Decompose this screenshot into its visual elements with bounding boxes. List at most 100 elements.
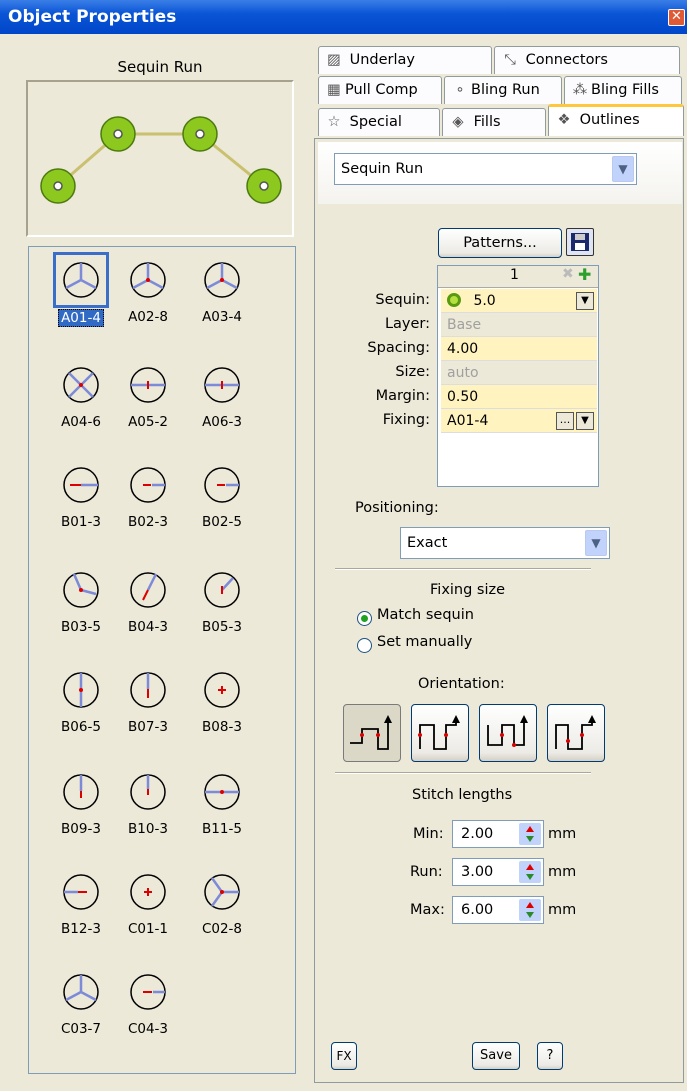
delete-column-icon[interactable]: ✖ <box>562 266 574 282</box>
pattern-label: A03-4 <box>202 309 242 325</box>
pattern-B11-5[interactable]: B11-5 <box>187 767 257 837</box>
pattern-A06-3[interactable]: A06-3 <box>187 360 257 430</box>
sequin-preview <box>26 80 294 237</box>
max-unit: mm <box>548 902 577 918</box>
pattern-B12-3[interactable]: B12-3 <box>46 867 116 937</box>
pattern-icon <box>56 460 106 510</box>
orientation-option-2[interactable] <box>411 704 469 762</box>
pattern-C04-3[interactable]: C04-3 <box>113 967 183 1037</box>
positioning-value: Exact <box>407 535 448 551</box>
pattern-B01-3[interactable]: B01-3 <box>46 460 116 530</box>
chevron-down-icon[interactable]: ▼ <box>576 292 594 310</box>
pattern-label: B07-3 <box>128 719 168 735</box>
max-label: Max: <box>410 902 445 918</box>
pattern-C03-7[interactable]: C03-7 <box>46 967 116 1037</box>
orientation-option-3[interactable] <box>479 704 537 762</box>
pattern-icon <box>123 967 173 1017</box>
save-disk-icon[interactable] <box>566 228 594 256</box>
tab-underlay[interactable]: ▨ Underlay <box>318 46 492 74</box>
min-stitch-input[interactable]: 2.00 <box>452 820 544 848</box>
pull-comp-icon: ▦ <box>327 82 341 98</box>
fx-button[interactable]: FX <box>331 1042 357 1070</box>
tab-special[interactable]: ☆ Special <box>318 108 440 136</box>
sequin-value: 5.0 <box>473 293 496 309</box>
pattern-B05-3[interactable]: B05-3 <box>187 565 257 635</box>
spacing-cell[interactable]: 4.00 <box>441 337 597 361</box>
pattern-A04-6[interactable]: A04-6 <box>46 360 116 430</box>
window-title: Object Properties <box>8 7 177 27</box>
spin-arrows-icon[interactable] <box>519 899 541 921</box>
set-manually-label[interactable]: Set manually <box>377 634 472 650</box>
tab-connectors[interactable]: ⤡ Connectors <box>494 46 680 74</box>
tab-label: Bling Run <box>471 82 540 98</box>
pattern-B07-3[interactable]: B07-3 <box>113 665 183 735</box>
pattern-B09-3[interactable]: B09-3 <box>46 767 116 837</box>
orientation-option-1[interactable] <box>343 704 401 762</box>
tab-label: Bling Fills <box>591 82 659 98</box>
run-stitch-input[interactable]: 3.00 <box>452 858 544 886</box>
pattern-B03-5[interactable]: B03-5 <box>46 565 116 635</box>
pattern-C01-1[interactable]: C01-1 <box>113 867 183 937</box>
pattern-icon <box>197 255 247 305</box>
orientation-3-icon <box>487 715 528 747</box>
close-button[interactable]: ✕ <box>668 9 685 26</box>
pattern-C02-8[interactable]: C02-8 <box>187 867 257 937</box>
pattern-B04-3[interactable]: B04-3 <box>113 565 183 635</box>
fixing-label: Fixing: <box>382 412 430 428</box>
help-button[interactable]: ? <box>537 1042 563 1070</box>
chevron-down-icon[interactable]: ▼ <box>612 156 634 182</box>
save-button[interactable]: Save <box>472 1042 520 1070</box>
pattern-icon <box>197 360 247 410</box>
pattern-A01-4[interactable]: A01-4 <box>46 252 116 327</box>
size-cell: auto <box>441 361 597 385</box>
orientation-option-4[interactable] <box>547 704 605 762</box>
chevron-down-icon[interactable]: ▼ <box>585 530 607 556</box>
tab-outlines[interactable]: ❖ Outlines <box>548 104 684 136</box>
pattern-icon <box>123 665 173 715</box>
margin-cell[interactable]: 0.50 <box>441 385 597 409</box>
layer-label: Layer: <box>384 316 430 332</box>
orientation-1-icon <box>350 715 392 750</box>
min-label: Min: <box>413 826 444 842</box>
orientation-2-icon <box>418 715 460 750</box>
tab-fills[interactable]: ◈ Fills <box>442 108 546 136</box>
fixing-cell[interactable]: A01-4 ... ▼ <box>441 409 597 433</box>
pattern-B02-3[interactable]: B02-3 <box>113 460 183 530</box>
tab-bling-fills[interactable]: ⁂ Bling Fills <box>564 76 682 104</box>
min-value: 2.00 <box>461 826 494 842</box>
pattern-icon <box>197 767 247 817</box>
sequin-cell[interactable]: 5.0 ▼ <box>441 289 597 313</box>
pattern-label: C03-7 <box>60 1021 102 1037</box>
set-manually-radio[interactable] <box>357 638 372 653</box>
chevron-down-icon[interactable]: ▼ <box>576 412 594 430</box>
size-label: Size: <box>395 364 430 380</box>
pattern-A05-2[interactable]: A05-2 <box>113 360 183 430</box>
match-sequin-label[interactable]: Match sequin <box>377 607 474 623</box>
pattern-label: B05-3 <box>202 619 242 635</box>
max-stitch-input[interactable]: 6.00 <box>452 896 544 924</box>
pattern-B06-5[interactable]: B06-5 <box>46 665 116 735</box>
tab-pull-comp[interactable]: ▦ Pull Comp <box>318 76 442 104</box>
pattern-icon <box>56 565 106 615</box>
star-icon: ☆ <box>327 114 341 130</box>
spin-arrows-icon[interactable] <box>519 823 541 845</box>
pattern-A02-8[interactable]: A02-8 <box>113 255 183 325</box>
tab-bling-run[interactable]: ∘ Bling Run <box>444 76 562 104</box>
outline-type-select[interactable]: Sequin Run ▼ <box>334 153 637 185</box>
patterns-button[interactable]: Patterns... <box>438 228 562 258</box>
pattern-B02-5[interactable]: B02-5 <box>187 460 257 530</box>
pattern-B10-3[interactable]: B10-3 <box>113 767 183 837</box>
pattern-icon <box>56 360 106 410</box>
pattern-B08-3[interactable]: B08-3 <box>187 665 257 735</box>
pattern-A03-4[interactable]: A03-4 <box>187 255 257 325</box>
run-unit: mm <box>548 864 577 880</box>
divider <box>335 568 591 570</box>
match-sequin-radio[interactable] <box>357 611 372 626</box>
add-column-icon[interactable]: ✚ <box>578 265 591 284</box>
more-icon[interactable]: ... <box>556 412 574 430</box>
pattern-list[interactable]: A01-4 A02-8 A03-4 A04-6 A05-2 A06-3 B01-… <box>28 246 296 1074</box>
pattern-label: B03-5 <box>61 619 101 635</box>
positioning-select[interactable]: Exact ▼ <box>400 527 610 559</box>
spin-arrows-icon[interactable] <box>519 861 541 883</box>
pattern-icon <box>123 565 173 615</box>
